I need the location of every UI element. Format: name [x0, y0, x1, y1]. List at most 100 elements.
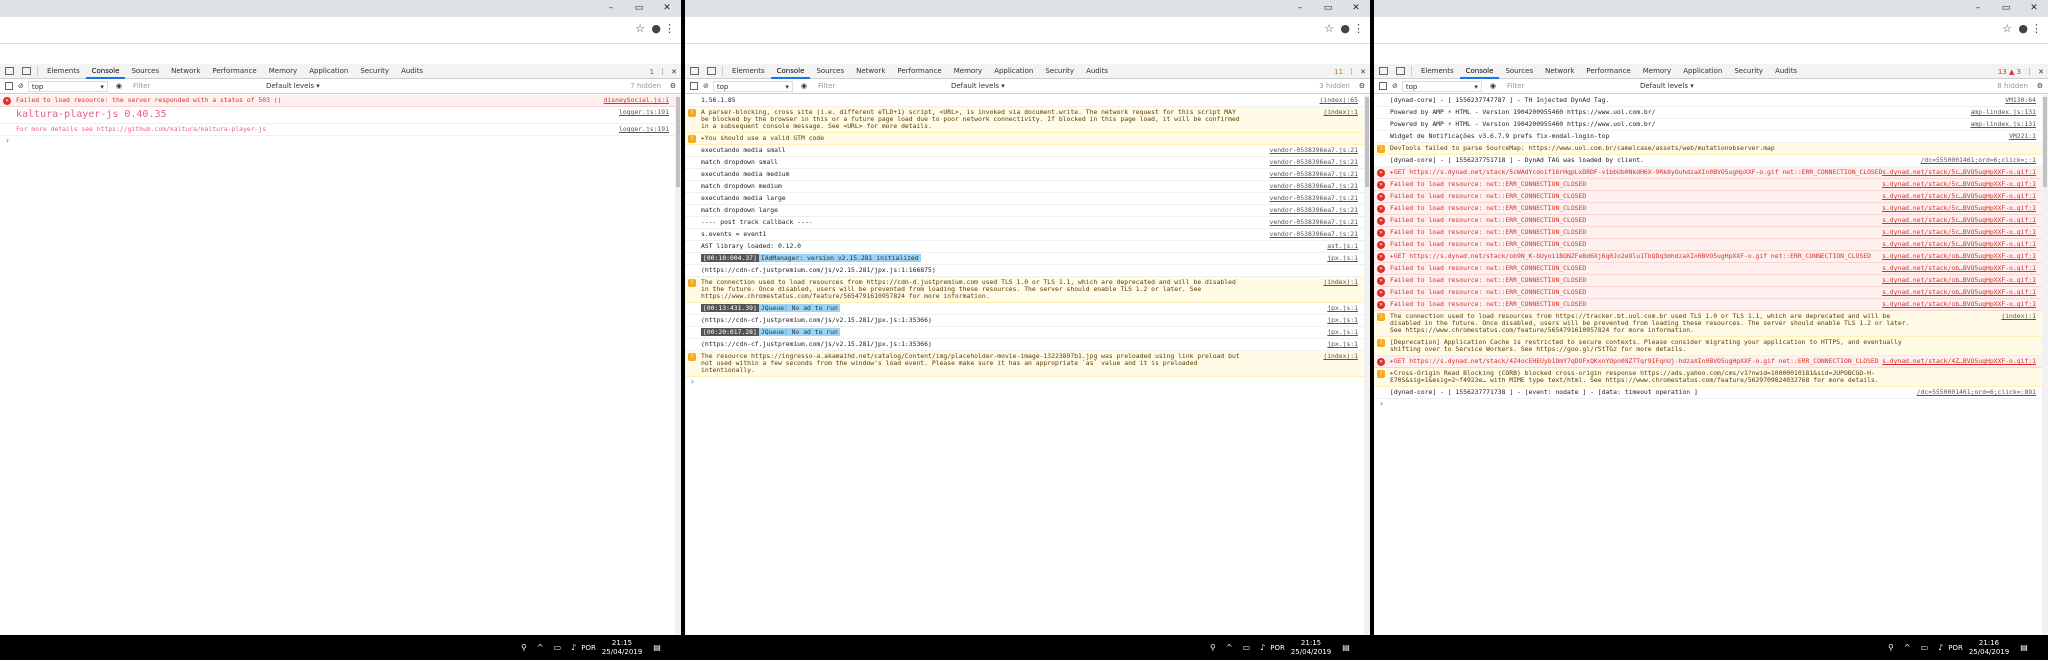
device-icon[interactable] — [707, 67, 716, 75]
scrollbar-thumb[interactable] — [2043, 97, 2047, 187]
source-link[interactable]: /dc=5550001461;ord=6;click=;:1 — [1921, 157, 2036, 164]
source-link[interactable]: vendor-0538396ea7.js:21 — [1270, 183, 1359, 190]
network-icon[interactable]: ⚲ — [1210, 643, 1216, 652]
notification-icon[interactable]: ▤ — [653, 643, 661, 652]
notification-icon[interactable]: ▤ — [1342, 643, 1350, 652]
source-link[interactable]: s.dynad.net/stack/5c…BVO5ugHpXXF-o.gif:1 — [1882, 193, 2036, 200]
device-icon[interactable] — [1396, 67, 1405, 75]
source-link[interactable]: logger.js:191 — [619, 126, 669, 133]
maximize-icon[interactable]: ▭ — [1992, 0, 2020, 17]
profile-icon[interactable]: ● — [1340, 22, 1350, 35]
sidebar-toggle-icon[interactable] — [5, 82, 13, 90]
source-link[interactable]: s.dynad.net/stack/5c…BVO5ugHpXXF-o.gif:1 — [1882, 229, 2036, 236]
tab-performance[interactable]: Performance — [1580, 64, 1636, 79]
close-devtools-icon[interactable]: ✕ — [2038, 68, 2044, 76]
tab-elements[interactable]: Elements — [41, 64, 86, 79]
scrollbar-thumb[interactable] — [676, 97, 680, 187]
source-link[interactable]: s.dynad.net/stack/ob…BVO5ugHpXXF-o.gif:1 — [1882, 265, 2036, 272]
profile-icon[interactable]: ● — [2018, 22, 2028, 35]
minimize-icon[interactable]: – — [1286, 0, 1314, 17]
source-link[interactable]: s.dynad.net/stack/ob…BVO5ugHpXXF-o.gif:1 — [1882, 253, 2036, 260]
inspect-icon[interactable] — [690, 67, 699, 75]
source-link[interactable]: jpx.js:1 — [1327, 255, 1358, 262]
tab-elements[interactable]: Elements — [1415, 64, 1460, 79]
source-link[interactable]: ast.js:1 — [1327, 243, 1358, 250]
tab-audits[interactable]: Audits — [1769, 64, 1803, 79]
kebab-menu-icon[interactable]: ⋮ — [1348, 68, 1355, 76]
inspect-icon[interactable] — [1379, 67, 1388, 75]
tab-sources[interactable]: Sources — [125, 64, 165, 79]
tab-memory[interactable]: Memory — [263, 64, 303, 79]
issue-badge[interactable]: 1 — [650, 68, 654, 76]
source-link[interactable]: vendor-0538396ea7.js:21 — [1270, 219, 1359, 226]
log-levels-select[interactable]: Default levels ▾ — [1640, 82, 1694, 90]
source-link[interactable]: logger.js:191 — [619, 109, 669, 116]
volume-icon[interactable]: ♪ — [1260, 643, 1265, 652]
source-link[interactable]: jpx.js:1 — [1327, 317, 1358, 324]
tab-console[interactable]: Console — [1459, 64, 1500, 79]
eye-icon[interactable]: ◉ — [116, 82, 122, 90]
clear-icon[interactable]: ⊘ — [703, 82, 709, 90]
source-link[interactable]: s.dynad.net/stack/ob…BVO5ugHpXXF-o.gif:1 — [1882, 289, 2036, 296]
tab-network[interactable]: Network — [1539, 64, 1580, 79]
network-icon[interactable]: ⚲ — [1888, 643, 1894, 652]
tab-network[interactable]: Network — [850, 64, 891, 79]
source-link[interactable]: amp-lindex.js:131 — [1971, 121, 2036, 128]
chevron-up-icon[interactable]: ^ — [1904, 643, 1911, 652]
source-link[interactable]: disneySocial.js:1 — [604, 97, 669, 104]
source-link[interactable]: s.dynad.net/stack/ob…BVO5ugHpXXF-o.gif:1 — [1882, 277, 2036, 284]
kebab-menu-icon[interactable]: ⋮ — [659, 68, 666, 76]
tab-performance[interactable]: Performance — [206, 64, 262, 79]
source-link[interactable]: /dc=5550001461;ord=6;click=:891 — [1917, 389, 2036, 396]
menu-icon[interactable]: ⋮ — [1353, 22, 1364, 35]
tab-audits[interactable]: Audits — [1080, 64, 1114, 79]
source-link[interactable]: s.dynad.net/stack/ob…BVO5ugHpXXF-o.gif:1 — [1882, 301, 2036, 308]
source-link[interactable]: vendor-0538396ea7.js:21 — [1270, 207, 1359, 214]
source-link[interactable]: vendor-0538396ea7.js:21 — [1270, 159, 1359, 166]
console-prompt[interactable] — [685, 377, 1364, 389]
battery-icon[interactable]: ▭ — [1243, 643, 1251, 652]
tab-sources[interactable]: Sources — [810, 64, 850, 79]
source-link[interactable]: (index):1 — [1323, 279, 1358, 286]
notification-icon[interactable]: ▤ — [2020, 643, 2028, 652]
tab-security[interactable]: Security — [1728, 64, 1769, 79]
log-levels-select[interactable]: Default levels ▾ — [951, 82, 1005, 90]
tab-sources[interactable]: Sources — [1499, 64, 1539, 79]
source-link[interactable]: (index):1 — [2001, 313, 2036, 320]
tab-application[interactable]: Application — [1677, 64, 1728, 79]
language-indicator[interactable]: POR — [581, 644, 596, 652]
battery-icon[interactable]: ▭ — [554, 643, 562, 652]
source-link[interactable]: vendor-0538396ea7.js:21 — [1270, 195, 1359, 202]
source-link[interactable]: s.dynad.net/stack/5c…BVO5ugHpXXF-o.gif:1 — [1882, 241, 2036, 248]
source-link[interactable]: s.dynad.net/stack/5c…BVO5ugHpXXF-o.gif:1 — [1882, 205, 2036, 212]
tab-elements[interactable]: Elements — [726, 64, 771, 79]
source-link[interactable]: vendor-0538396ea7.js:21 — [1270, 147, 1359, 154]
star-icon[interactable]: ☆ — [2002, 22, 2012, 35]
address-bar[interactable]: ☆ ● ⋮ — [685, 17, 1370, 44]
tab-network[interactable]: Network — [165, 64, 206, 79]
tab-application[interactable]: Application — [988, 64, 1039, 79]
source-link[interactable]: jpx.js:1 — [1327, 305, 1358, 312]
tab-memory[interactable]: Memory — [948, 64, 988, 79]
tab-memory[interactable]: Memory — [1637, 64, 1677, 79]
clear-icon[interactable]: ⊘ — [18, 82, 24, 90]
source-link[interactable]: (index):65 — [1320, 97, 1358, 104]
clock[interactable]: 21:15 25/04/2019 — [602, 639, 642, 657]
close-devtools-icon[interactable]: ✕ — [671, 68, 677, 76]
maximize-icon[interactable]: ▭ — [1314, 0, 1342, 17]
source-link[interactable]: s.dynad.net/stack/5c…BVO5ugHpXXF-o.gif:1 — [1882, 169, 2036, 176]
filter-input[interactable]: Filter — [130, 81, 260, 92]
network-icon[interactable]: ⚲ — [521, 643, 527, 652]
close-devtools-icon[interactable]: ✕ — [1360, 68, 1366, 76]
console-prompt[interactable] — [1374, 399, 2042, 411]
filter-input[interactable]: Filter — [815, 81, 945, 92]
tab-audits[interactable]: Audits — [395, 64, 429, 79]
sidebar-toggle-icon[interactable] — [690, 82, 698, 90]
minimize-icon[interactable]: – — [597, 0, 625, 17]
gear-icon[interactable]: ⚙ — [2037, 82, 2043, 90]
address-bar[interactable]: ☆ ● ⋮ — [0, 17, 681, 44]
filter-input[interactable]: Filter — [1504, 81, 1634, 92]
source-link[interactable]: s.dynad.net/stack/4Z…BVO5ugHpXXF-o.gif:1 — [1882, 358, 2036, 365]
source-link[interactable]: (index):1 — [1323, 353, 1358, 360]
tab-security[interactable]: Security — [354, 64, 395, 79]
